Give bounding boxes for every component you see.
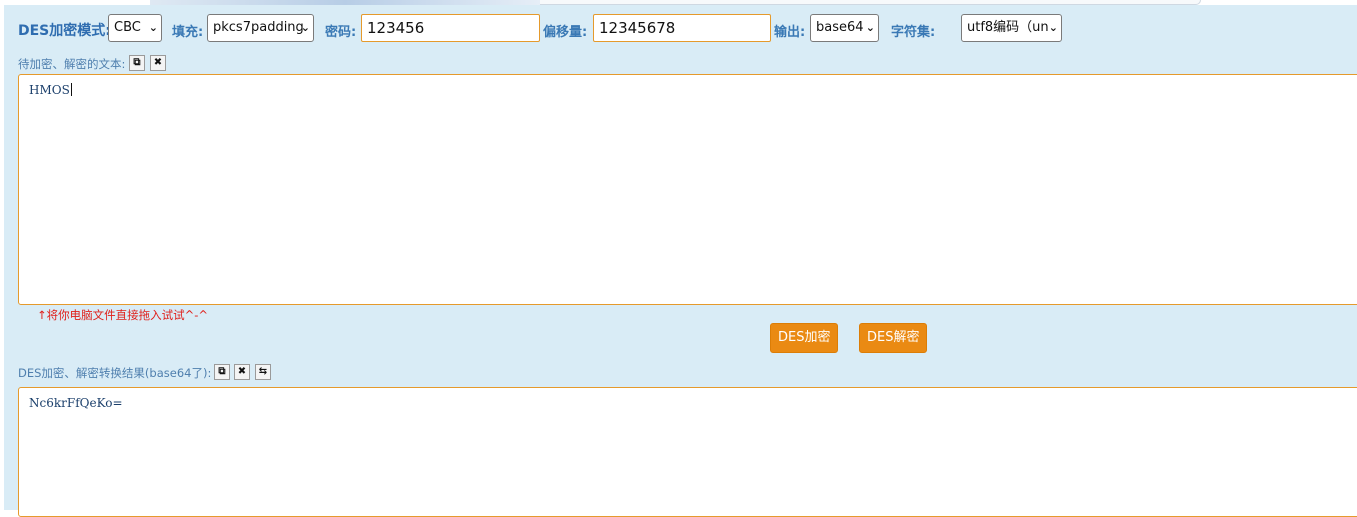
chevron-down-icon: ⌄ xyxy=(300,21,310,34)
password-label: 密码: xyxy=(325,25,357,40)
charset-select-value: utf8编码（un xyxy=(967,20,1049,35)
password-input[interactable]: 123456 xyxy=(361,14,540,42)
des-decrypt-button[interactable]: DES解密 xyxy=(859,323,928,353)
des-tool-panel: DES加密模式: CBC ⌄ 填充: pkcs7padding ⌄ 密码: 12… xyxy=(4,5,1357,517)
chevron-down-icon: ⌄ xyxy=(1048,21,1058,34)
text-caret xyxy=(70,83,72,96)
output-select[interactable]: base64 ⌄ xyxy=(810,14,879,42)
output-text-label: DES加密、解密转换结果(base64了): xyxy=(18,366,212,380)
copy-icon[interactable]: ⧉ xyxy=(214,364,230,380)
input-text-value: HMOS xyxy=(29,83,70,97)
copy-icon[interactable]: ⧉ xyxy=(129,55,145,71)
clear-icon[interactable]: ✖ xyxy=(150,55,166,71)
charset-label: 字符集: xyxy=(891,25,936,40)
padding-label: 填充: xyxy=(172,25,204,40)
mode-select[interactable]: CBC ⌄ xyxy=(108,14,162,42)
output-textarea[interactable]: Nc6krFfQeKo= xyxy=(18,387,1357,517)
input-text-label: 待加密、解密的文本: xyxy=(18,57,126,71)
clear-icon[interactable]: ✖ xyxy=(234,364,250,380)
output-text-value: Nc6krFfQeKo= xyxy=(29,396,123,410)
mode-select-value: CBC xyxy=(114,20,141,35)
des-encrypt-button[interactable]: DES加密 xyxy=(770,323,839,353)
mode-label: DES加密模式: xyxy=(18,23,111,39)
drag-file-hint: ↑将你电脑文件直接拖入试试^-^ xyxy=(37,308,209,322)
chevron-down-icon: ⌄ xyxy=(865,21,875,34)
input-textarea[interactable]: HMOS xyxy=(18,74,1357,305)
output-label: 输出: xyxy=(774,25,806,40)
charset-select[interactable]: utf8编码（un ⌄ xyxy=(961,14,1062,42)
iv-input[interactable]: 12345678 xyxy=(593,14,771,42)
swap-icon[interactable]: ⇆ xyxy=(255,364,271,380)
padding-select[interactable]: pkcs7padding ⌄ xyxy=(207,14,314,42)
iv-label: 偏移量: xyxy=(543,25,588,40)
output-select-value: base64 xyxy=(816,20,864,35)
chevron-down-icon: ⌄ xyxy=(148,21,158,34)
padding-select-value: pkcs7padding xyxy=(213,20,304,35)
